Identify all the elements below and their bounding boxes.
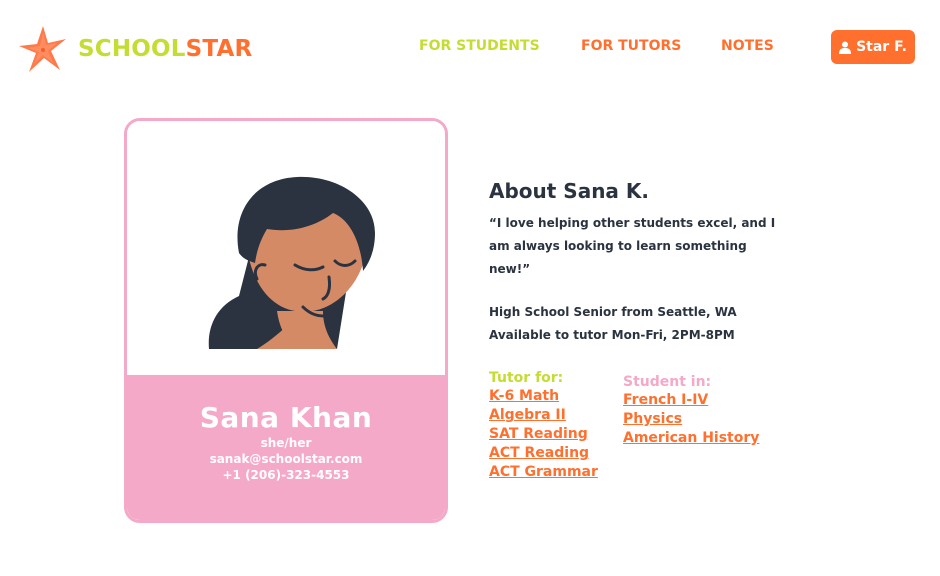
student-subject-link[interactable]: French I-IV [623, 391, 759, 410]
tutor-subject-link[interactable]: Algebra II [489, 406, 598, 425]
quote-line: “I love helping other students excel, an… [489, 216, 776, 230]
tutor-subject-link[interactable]: ACT Reading [489, 444, 598, 463]
profile-pronouns: she/her [260, 436, 312, 450]
detail-availability: Available to tutor Mon-Fri, 2PM-8PM [489, 328, 735, 342]
main-nav: FOR STUDENTS FOR TUTORS NOTES [0, 38, 940, 58]
nav-for-tutors[interactable]: FOR TUTORS [581, 38, 681, 54]
user-account-button[interactable]: Star F. [831, 30, 915, 64]
detail-location: High School Senior from Seattle, WA [489, 305, 737, 319]
student-in-heading: Student in: [623, 374, 712, 390]
tutor-subject-link[interactable]: ACT Grammar [489, 463, 598, 482]
about-section: About Sana K. “I love helping other stud… [489, 178, 789, 347]
profile-email: sanak@schoolstar.com [209, 452, 363, 466]
tutor-for-heading: Tutor for: [489, 370, 564, 386]
tutor-subject-link[interactable]: SAT Reading [489, 425, 598, 444]
student-subject-link[interactable]: Physics [623, 410, 759, 429]
about-details: High School Senior from Seattle, WA Avai… [489, 301, 789, 347]
profile-info: Sana Khan she/her sanak@schoolstar.com +… [127, 375, 445, 520]
profile-name: Sana Khan [199, 401, 373, 434]
student-in-list: Student in: French I-IV Physics American… [623, 373, 759, 448]
profile-phone: +1 (206)-323-4553 [222, 468, 350, 482]
user-icon [839, 41, 852, 54]
avatar-illustration [208, 176, 375, 349]
about-title: About Sana K. [489, 179, 649, 203]
user-button-label: Star F. [856, 39, 907, 55]
student-subject-link[interactable]: American History [623, 429, 759, 448]
nav-notes[interactable]: NOTES [721, 38, 774, 54]
tutor-subject-link[interactable]: K-6 Math [489, 387, 598, 406]
tutor-for-list: Tutor for: K-6 Math Algebra II SAT Readi… [489, 369, 598, 482]
profile-avatar [127, 121, 445, 376]
nav-for-students[interactable]: FOR STUDENTS [419, 38, 540, 54]
quote-line: am always looking to learn something new… [489, 239, 747, 276]
profile-card: Sana Khan she/her sanak@schoolstar.com +… [124, 118, 448, 523]
about-quote: “I love helping other students excel, an… [489, 212, 789, 281]
